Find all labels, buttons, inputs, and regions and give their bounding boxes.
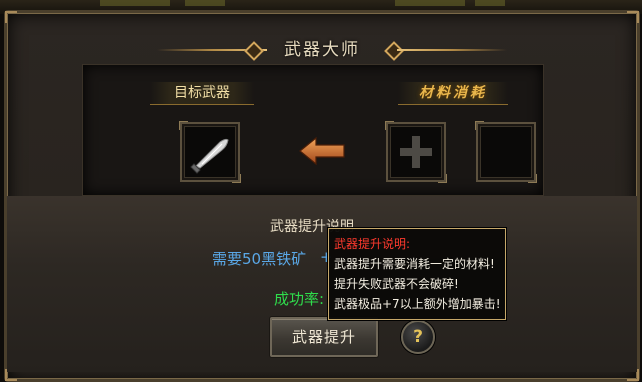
- success-rate-label: 成功率:: [274, 290, 325, 308]
- tooltip-line: 武器提升需要消耗一定的材料!: [334, 257, 495, 271]
- material-slot-2[interactable]: [475, 121, 537, 183]
- arrow-left-icon: [299, 136, 345, 166]
- material-slot-1[interactable]: [385, 121, 447, 183]
- tooltip-line: 武器极品+7以上额外增加暴击!: [334, 297, 501, 311]
- title-row: 武器大师: [7, 35, 637, 65]
- tooltip-title: 武器提升说明:: [334, 237, 411, 251]
- upgrade-weapon-button[interactable]: 武器提升: [270, 317, 378, 357]
- window-title: 武器大师: [284, 40, 360, 60]
- tooltip-line: 提升失败武器不会破碎!: [334, 277, 459, 291]
- diamond-ornament-icon: [244, 41, 264, 61]
- target-weapon-slot[interactable]: [179, 121, 241, 183]
- diamond-ornament-icon: [384, 41, 404, 61]
- plus-icon: [400, 136, 432, 168]
- material-cost-label: 材料消耗: [398, 82, 508, 105]
- title-ornament-right-icon: [397, 49, 507, 51]
- upgrade-tooltip: 武器提升说明: 武器提升需要消耗一定的材料! 提升失败武器不会破碎! 武器极品+…: [328, 228, 506, 320]
- material-requirement: 需要50黑铁矿: [212, 250, 307, 268]
- sword-icon: [190, 138, 229, 174]
- target-weapon-label: 目标武器: [150, 82, 254, 105]
- help-question-icon[interactable]: ?: [401, 320, 435, 354]
